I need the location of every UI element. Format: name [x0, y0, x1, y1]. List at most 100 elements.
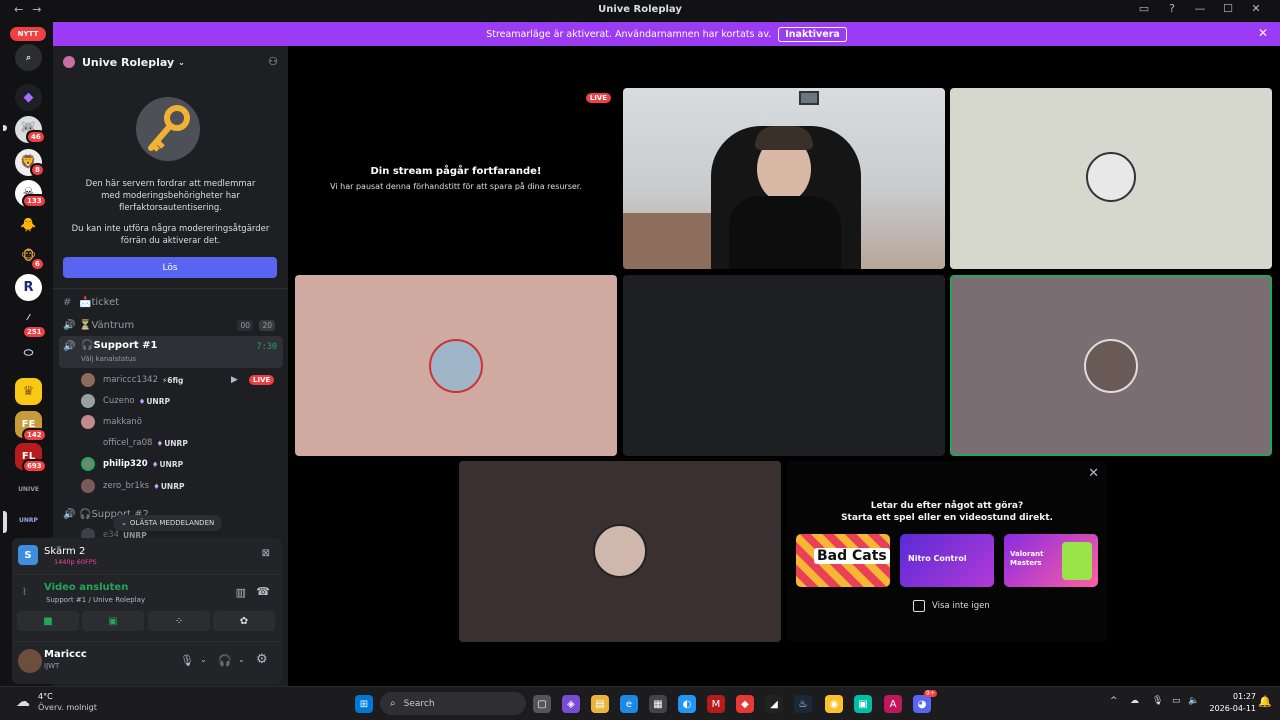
wall-picture	[799, 91, 819, 105]
user-count: 00	[237, 319, 253, 331]
participant-tile[interactable]	[623, 275, 945, 456]
game-card-nitro-control[interactable]: Nitro Control	[900, 534, 994, 587]
signal-icon[interactable]: ⌇	[22, 587, 27, 598]
task-view-icon[interactable]: ▢	[533, 695, 551, 713]
avatar	[81, 436, 95, 450]
server-avatar	[63, 56, 75, 68]
person-shirt	[729, 196, 841, 269]
participant-tile[interactable]	[459, 461, 781, 642]
mic-tray-icon[interactable]: 🎙	[1152, 696, 1163, 706]
voice-user[interactable]: mariccc1342 ⚡6fig ▶ LIVE	[81, 372, 275, 388]
help-icon[interactable]: ?	[1158, 2, 1186, 15]
stream-tile[interactable]: LIVE Din stream pågår fortfarande! Vi ha…	[295, 88, 617, 269]
server-unrp-icon[interactable]: UNRP	[15, 507, 42, 534]
screen-share-icon: S	[18, 545, 38, 565]
mfa-notice-text: Den här servern fordrar att medlemmar me…	[85, 179, 256, 213]
avatar	[593, 524, 647, 578]
weather-icon[interactable]: ☁	[16, 694, 30, 710]
channel-support1[interactable]: 🔊 🎧Support #1 7:30 Välj kanalstatus	[59, 336, 283, 368]
stop-share-icon[interactable]: ⊠	[262, 548, 270, 559]
speaker-icon[interactable]: 🔈	[1188, 696, 1199, 706]
channel-wait-room[interactable]: 🔊 ⏳Väntrum 00 20	[63, 317, 283, 333]
webcam-tile[interactable]	[623, 88, 945, 269]
close-icon[interactable]: ✕	[1088, 466, 1099, 481]
unread-messages-pill[interactable]: ⌄ OLÄSTA MEDDELANDEN	[113, 515, 223, 531]
speaker-icon: 🔊	[63, 508, 76, 520]
microphone-icon[interactable]: 🎙	[180, 654, 194, 667]
dont-show-checkbox[interactable]	[913, 600, 925, 612]
game-card-valorant[interactable]: Valorant Masters	[1004, 534, 1098, 587]
streamer-mode-banner: Streamarläge är aktiverat. Användarnamne…	[53, 22, 1280, 46]
server-crown-icon[interactable]: ♛	[15, 378, 42, 405]
voice-user[interactable]: Cuzeno ♦ UNRP	[81, 393, 170, 409]
banner-close-icon[interactable]: ✕	[1258, 26, 1268, 40]
screen-quality: 1440p 60FPS	[54, 558, 97, 566]
chrome-icon[interactable]: ◉	[825, 695, 843, 713]
copilot-icon[interactable]: ◈	[562, 695, 580, 713]
banner-text: Streamarläge är aktiverat. Användarnamne…	[486, 28, 772, 40]
server-nitro-icon[interactable]: ◆	[15, 84, 42, 111]
server-badge: 8	[30, 163, 45, 177]
screen-share-button[interactable]: ▣	[82, 611, 144, 631]
server-bird-icon[interactable]: 🐥	[15, 212, 42, 239]
clock-date[interactable]: 2026-04-11	[1206, 704, 1257, 713]
mcafee-icon[interactable]: M	[707, 695, 725, 713]
app-teal-icon[interactable]: ▣	[854, 695, 872, 713]
app-dark-icon[interactable]: ◢	[765, 695, 783, 713]
channel-ticket[interactable]: # 📩ticket	[63, 294, 283, 310]
activities-button[interactable]: ⁘	[148, 611, 210, 631]
close-button[interactable]: ✕	[1242, 2, 1270, 15]
deactivate-button[interactable]: Inaktivera	[778, 26, 847, 42]
server-ghost-icon[interactable]: ⬭	[15, 339, 42, 366]
camera-button[interactable]: ■	[17, 611, 79, 631]
speaker-icon: 🔊	[63, 319, 76, 331]
tray-chevron-icon[interactable]: ^	[1110, 696, 1118, 706]
clock-time[interactable]: 01:27	[1212, 692, 1256, 701]
fix-button[interactable]: Lös	[63, 257, 277, 278]
app-icon[interactable]: ◐	[678, 695, 696, 713]
soundboard-button[interactable]: ✿	[213, 611, 275, 631]
edge-icon[interactable]: e	[620, 695, 638, 713]
voice-user[interactable]: zero_br1ks ♦ UNRP	[81, 478, 184, 494]
steam-icon[interactable]: ♨	[794, 695, 812, 713]
participant-tile[interactable]	[295, 275, 617, 456]
server-header[interactable]: Unive Roleplay ⌄ ⚇	[53, 46, 288, 78]
search-box[interactable]: ⌕ Search	[380, 692, 526, 715]
chevron-down-icon[interactable]: ⌄	[238, 655, 245, 664]
app-red-icon[interactable]: ◆	[736, 695, 754, 713]
connection-location: Support #1 / Unive Roleplay	[46, 596, 146, 604]
settings-gear-icon[interactable]: ⚙	[256, 652, 268, 667]
cloud-icon[interactable]: ☁	[1130, 696, 1139, 706]
server-badge: 133	[22, 194, 47, 208]
window-titlebar: ←→ Unive Roleplay ▭ ? — ☐ ✕	[0, 0, 1280, 21]
voice-user[interactable]: philip320 ♦ UNRP	[81, 456, 183, 472]
server-r-icon[interactable]: R	[15, 274, 42, 301]
voice-user[interactable]: officel_ra08 ♦ UNRP	[81, 435, 188, 451]
notification-icon[interactable]: 🔔	[1258, 695, 1272, 708]
app-pink-icon[interactable]: A	[884, 695, 902, 713]
discord-icon[interactable]: ◕	[913, 695, 931, 713]
start-icon[interactable]: ⊞	[355, 695, 373, 713]
channel-status-input[interactable]: Välj kanalstatus	[81, 355, 136, 363]
screen-icon[interactable]: ▭	[1130, 2, 1158, 15]
display-icon[interactable]: ▭	[1172, 696, 1181, 706]
headphones-icon[interactable]: 🎧	[218, 654, 232, 667]
game-card-badcats[interactable]: Bad Cats	[796, 534, 890, 587]
minimize-button[interactable]: —	[1186, 2, 1214, 15]
voice-user[interactable]: makkanö	[81, 414, 142, 430]
avatar[interactable]	[18, 649, 42, 673]
chevron-down-icon[interactable]: ⌄	[200, 655, 207, 664]
server-search-icon[interactable]: ⌕	[15, 44, 42, 71]
user-status: IJWT	[44, 662, 60, 670]
avatar	[81, 479, 95, 493]
noise-suppression-icon[interactable]: ▥	[236, 586, 246, 599]
participant-tile-speaking[interactable]	[950, 275, 1272, 456]
disconnect-icon[interactable]: ☎	[256, 585, 270, 598]
file-explorer-icon[interactable]: ▤	[591, 695, 609, 713]
server-unive-icon[interactable]: UNIVE	[15, 476, 42, 503]
add-member-icon[interactable]: ⚇	[268, 55, 278, 68]
avatar	[1084, 339, 1138, 393]
participant-tile[interactable]	[950, 88, 1272, 269]
maximize-button[interactable]: ☐	[1214, 2, 1242, 15]
store-icon[interactable]: ▦	[649, 695, 667, 713]
